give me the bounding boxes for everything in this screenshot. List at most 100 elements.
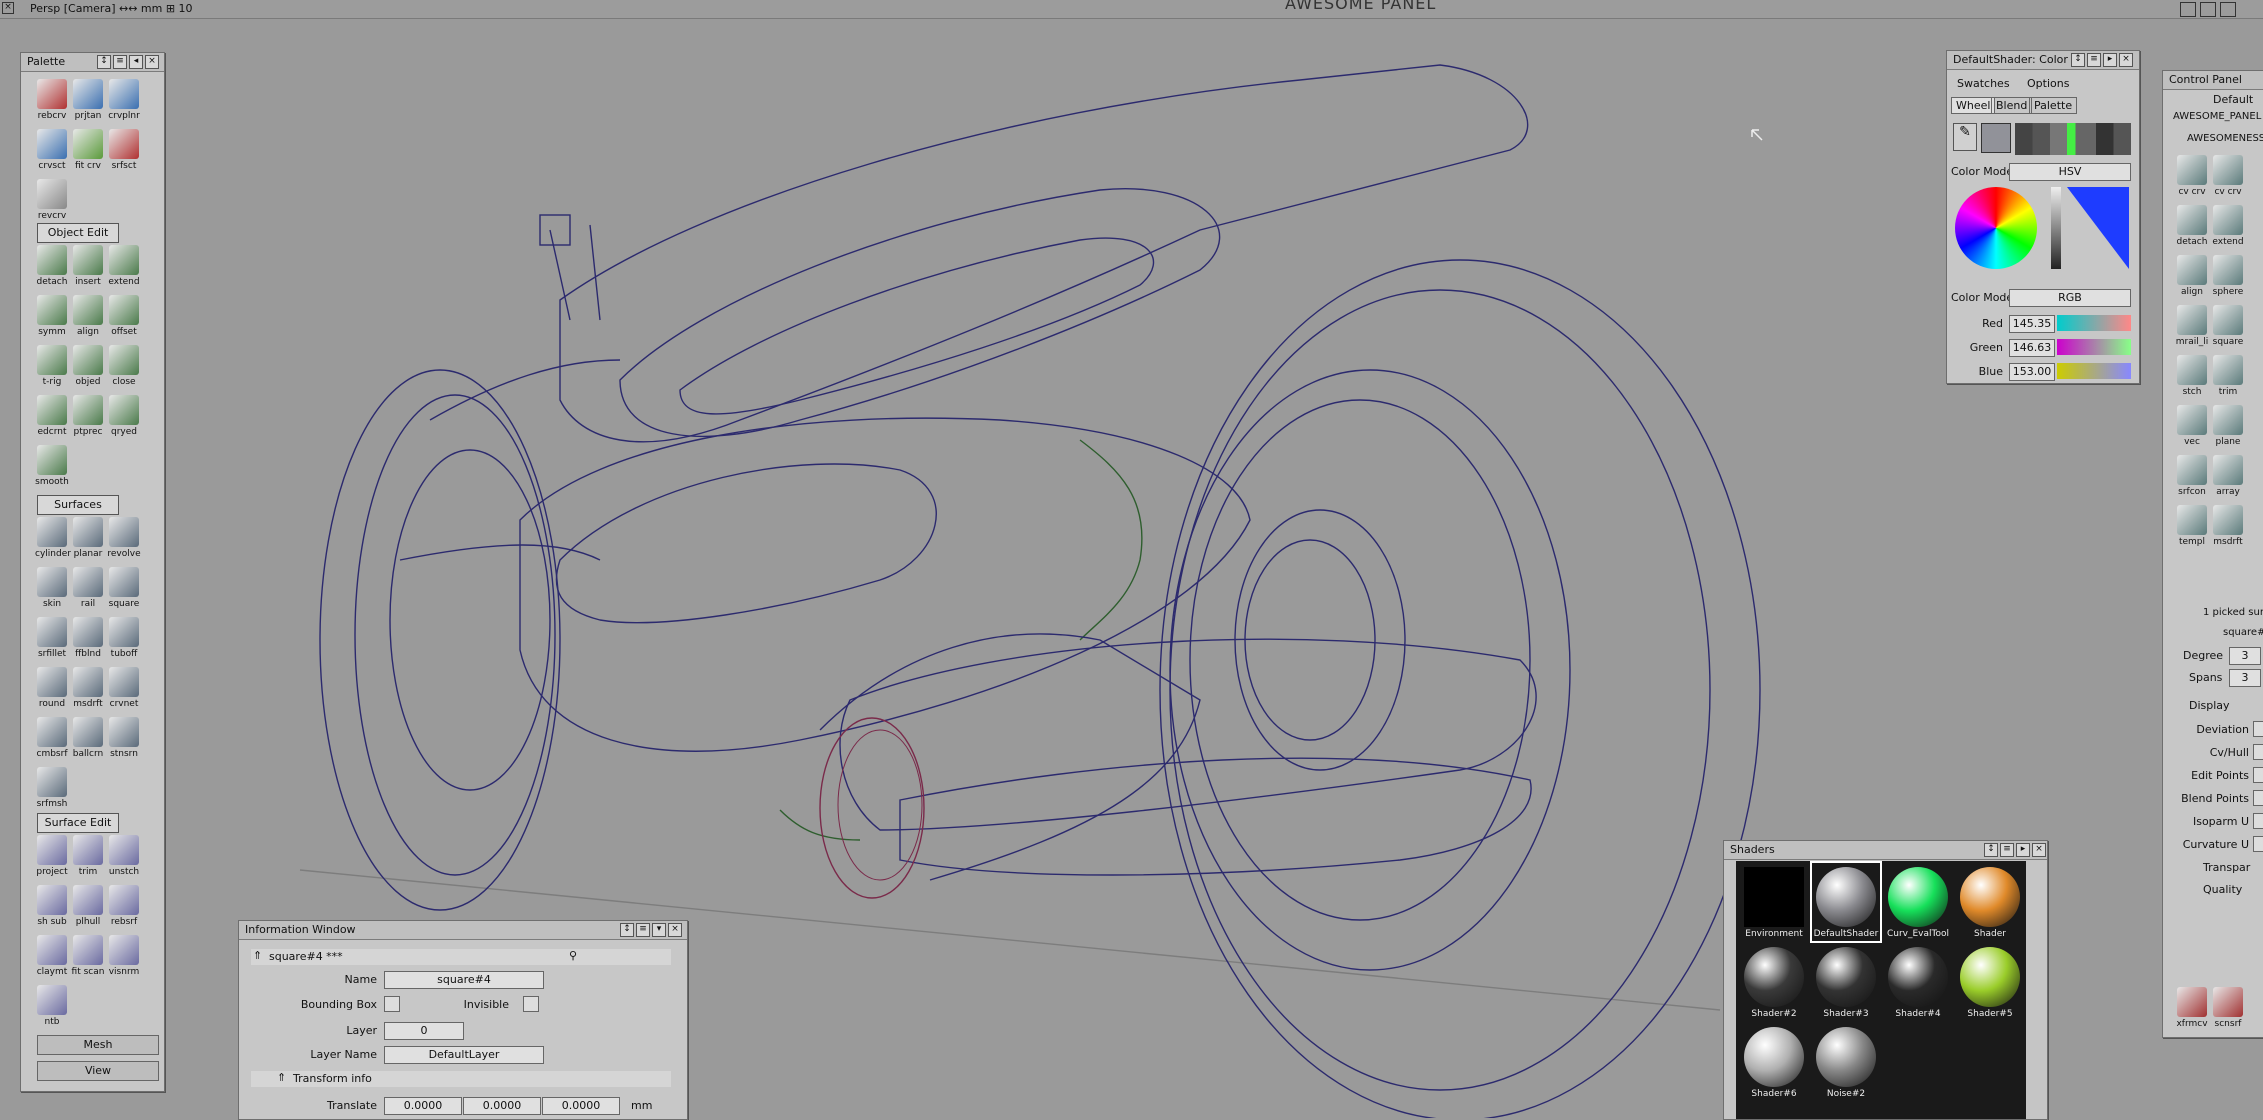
tool-revolve-button[interactable]: revolve xyxy=(107,517,141,565)
cp-tool-stch-button[interactable]: stch xyxy=(2175,355,2209,403)
close-icon[interactable]: × xyxy=(2,2,14,14)
red-slider[interactable] xyxy=(2057,315,2131,331)
shader-swatch[interactable]: Shader#2 xyxy=(1740,943,1808,1021)
cp-bottom-scnsrf-button[interactable]: scnsrf xyxy=(2211,987,2245,1035)
tool-visnrm-button[interactable]: visnrm xyxy=(107,935,141,983)
shelf-name-label[interactable]: AWESOMENESS xyxy=(2187,133,2263,144)
camera-label[interactable]: Persp [Camera] ↔↔ mm ⊞ 10 xyxy=(30,2,193,15)
print-icon[interactable] xyxy=(2180,2,2196,17)
pin-icon[interactable]: ↕ xyxy=(1984,843,1998,857)
tool-close-button[interactable]: close xyxy=(107,345,141,393)
frame-icon[interactable] xyxy=(2200,2,2216,17)
color-wheel[interactable] xyxy=(1955,187,2037,269)
value-slider[interactable] xyxy=(2051,187,2061,269)
tool-align-button[interactable]: align xyxy=(71,295,105,343)
tool-crvnet-button[interactable]: crvnet xyxy=(107,667,141,715)
shader-swatch[interactable]: Curv_EvalTool xyxy=(1884,863,1952,941)
cp-tool-trim-button[interactable]: trim xyxy=(2211,355,2245,403)
tool-symm-button[interactable]: symm xyxy=(35,295,69,343)
cp-bottom-xfrmcv-button[interactable]: xfrmcv xyxy=(2175,987,2209,1035)
blue-slider[interactable] xyxy=(2057,363,2131,379)
tool-ptprec-button[interactable]: ptprec xyxy=(71,395,105,443)
options-icon[interactable]: ≡ xyxy=(113,55,127,69)
tool-trim-button[interactable]: trim xyxy=(71,835,105,883)
cp-tool-cv-crv-button[interactable]: cv crv xyxy=(2211,155,2245,203)
tool-planar-button[interactable]: planar xyxy=(71,517,105,565)
tool-objed-button[interactable]: objed xyxy=(71,345,105,393)
tool-offset-button[interactable]: offset xyxy=(107,295,141,343)
tool-revcrv-button[interactable]: revcrv xyxy=(35,179,69,227)
spans-field[interactable]: 3 xyxy=(2229,669,2261,687)
shader-swatch[interactable]: Shader#5 xyxy=(1956,943,2024,1021)
tool-srfillet-button[interactable]: srfillet xyxy=(35,617,69,665)
shader-swatch[interactable]: Shader#4 xyxy=(1884,943,1952,1021)
degree-field[interactable]: 3 xyxy=(2229,647,2261,665)
green-slider[interactable] xyxy=(2057,339,2131,355)
cp-tool-sphere-button[interactable]: sphere xyxy=(2211,255,2245,303)
tool-claymt-button[interactable]: claymt xyxy=(35,935,69,983)
green-field[interactable]: 146.63 xyxy=(2009,339,2055,357)
collapse-icon[interactable]: ◂ xyxy=(129,55,143,69)
view-shelf-button[interactable]: View xyxy=(37,1061,159,1081)
invisible-checkbox[interactable] xyxy=(523,996,539,1012)
tab-wheel[interactable]: Wheel xyxy=(1951,97,1996,114)
collapse-icon[interactable]: ▸ xyxy=(2016,843,2030,857)
display-header[interactable]: Display xyxy=(2189,699,2230,712)
recent-swatches[interactable] xyxy=(2015,123,2131,155)
options-menu[interactable]: Options xyxy=(2027,77,2069,90)
cp-tool-array-button[interactable]: array xyxy=(2211,455,2245,503)
translate-x-field[interactable]: 0.0000 xyxy=(384,1097,462,1115)
color-title-bar[interactable]: DefaultShader: Color ↕ ≡ ▸ × xyxy=(1947,51,2139,70)
tool-skin-button[interactable]: skin xyxy=(35,567,69,615)
cp-tool-msdrft-button[interactable]: msdrft xyxy=(2211,505,2245,553)
tool-cmbsrf-button[interactable]: cmbsrf xyxy=(35,717,69,765)
tool-msdrft-button[interactable]: msdrft xyxy=(71,667,105,715)
close-icon[interactable]: × xyxy=(145,55,159,69)
close-icon[interactable]: × xyxy=(668,923,682,937)
translate-z-field[interactable]: 0.0000 xyxy=(542,1097,620,1115)
cp-tool-templ-button[interactable]: templ xyxy=(2175,505,2209,553)
tool-ffblnd-button[interactable]: ffblnd xyxy=(71,617,105,665)
expand-icon[interactable]: ⇑ xyxy=(253,949,262,962)
cp-tool-extend-button[interactable]: extend xyxy=(2211,205,2245,253)
tool-plhull-button[interactable]: plhull xyxy=(71,885,105,933)
shader-swatch[interactable]: Noise#2 xyxy=(1812,1023,1880,1101)
tool-stnsrn-button[interactable]: stnsrn xyxy=(107,717,141,765)
cp-tool-mrail_li-button[interactable]: mrail_li xyxy=(2175,305,2209,353)
tool-rail-button[interactable]: rail xyxy=(71,567,105,615)
saturation-triangle[interactable] xyxy=(2067,187,2129,269)
tool-prjtan-button[interactable]: prjtan xyxy=(71,79,105,127)
section-surfaces[interactable]: Surfaces xyxy=(37,495,119,515)
name-field[interactable]: square#4 xyxy=(384,971,544,989)
cp-tool-srfcon-button[interactable]: srfcon xyxy=(2175,455,2209,503)
cp-tool-detach-button[interactable]: detach xyxy=(2175,205,2209,253)
preset-label[interactable]: Default xyxy=(2213,93,2253,106)
transparency-label[interactable]: Transpar xyxy=(2203,861,2250,874)
pin-icon[interactable]: ⚲ xyxy=(569,949,577,962)
options-icon[interactable]: ≡ xyxy=(2087,53,2101,67)
translate-y-field[interactable]: 0.0000 xyxy=(463,1097,541,1115)
options-icon[interactable]: ≡ xyxy=(2000,843,2014,857)
control-title-bar[interactable]: Control Panel xyxy=(2163,71,2263,90)
tool-crvplnr-button[interactable]: crvplnr xyxy=(107,79,141,127)
shader-swatch[interactable]: Shader#6 xyxy=(1740,1023,1808,1101)
tool-project-button[interactable]: project xyxy=(35,835,69,883)
display-option-checkbox[interactable] xyxy=(2253,790,2263,806)
pin-icon[interactable]: ↕ xyxy=(2071,53,2085,67)
tool-fit-crv-button[interactable]: fit crv xyxy=(71,129,105,177)
object-header[interactable]: ⇑ square#4 *** ⚲ xyxy=(251,949,671,965)
shader-swatch[interactable]: Environment xyxy=(1740,863,1808,941)
tool-edcrnt-button[interactable]: edcrnt xyxy=(35,395,69,443)
cp-tool-plane-button[interactable]: plane xyxy=(2211,405,2245,453)
eyedropper-icon[interactable]: ✎ xyxy=(1953,123,1977,151)
shader-swatch[interactable]: Shader xyxy=(1956,863,2024,941)
quality-label[interactable]: Quality xyxy=(2203,883,2242,896)
display-option-checkbox[interactable] xyxy=(2253,744,2263,760)
tool-sh-sub-button[interactable]: sh sub xyxy=(35,885,69,933)
shaders-title-bar[interactable]: Shaders ↕ ≡ ▸ × xyxy=(1724,841,2047,860)
tool-unstch-button[interactable]: unstch xyxy=(107,835,141,883)
layer-field[interactable]: 0 xyxy=(384,1022,464,1040)
tool-ntb-button[interactable]: ntb xyxy=(35,985,69,1033)
cp-tool-align-button[interactable]: align xyxy=(2175,255,2209,303)
close-icon[interactable]: × xyxy=(2119,53,2133,67)
